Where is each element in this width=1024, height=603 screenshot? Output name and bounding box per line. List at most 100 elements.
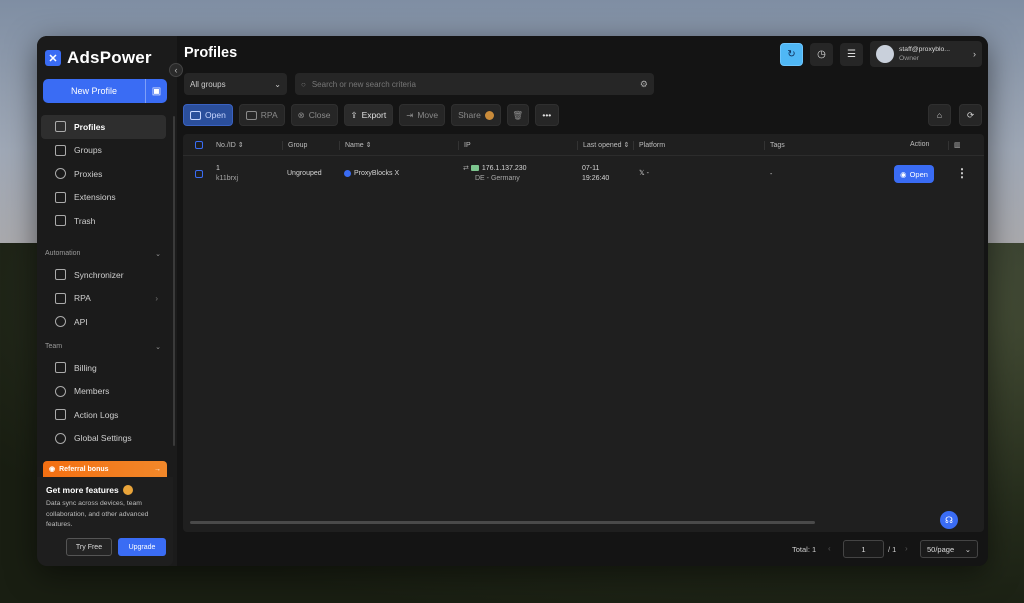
sidebar-item-billing[interactable]: Billing bbox=[41, 356, 166, 380]
sync-icon[interactable]: ↻ bbox=[780, 42, 803, 66]
collapse-sidebar-button[interactable]: ‹ bbox=[169, 63, 183, 77]
refresh-icon[interactable]: ⟳ bbox=[959, 104, 982, 126]
section-automation[interactable]: Automation ⌄ bbox=[45, 250, 161, 258]
toolbar: Open RPA ⊗ Close ⇪ Export ⇥ Move Share 🗑… bbox=[183, 104, 559, 126]
sidebar-item-extensions[interactable]: Extensions bbox=[41, 186, 166, 210]
section-team-label: Team bbox=[45, 343, 63, 350]
referral-bonus-banner[interactable]: ◉ Referral bonus → bbox=[43, 461, 167, 477]
logo: ✕ AdsPower bbox=[45, 48, 152, 68]
upgrade-button[interactable]: Upgrade bbox=[118, 538, 166, 556]
sidebar-item-members[interactable]: Members bbox=[41, 380, 166, 404]
next-page-icon[interactable]: › bbox=[905, 544, 908, 553]
col-group: Group bbox=[282, 141, 307, 150]
trash-icon bbox=[55, 215, 66, 227]
upgrade-card: Get more features Data sync across devic… bbox=[37, 477, 173, 566]
new-profile-button[interactable]: New Profile ▣ bbox=[43, 79, 167, 103]
sidebar-item-api[interactable]: API bbox=[41, 310, 166, 334]
upgrade-card-title-text: Get more features bbox=[46, 485, 119, 495]
sidebar-item-label: RPA bbox=[74, 293, 91, 304]
column-settings-icon[interactable]: ▥ bbox=[948, 141, 961, 150]
trash-icon: 🗑︎ bbox=[512, 109, 524, 120]
support-icon[interactable]: ☊ bbox=[940, 511, 958, 529]
search-input[interactable]: ○ Search or new search criteria ⚙ bbox=[295, 73, 654, 95]
section-team[interactable]: Team ⌄ bbox=[45, 343, 161, 351]
toolbar-right: ⌂ ⟳ bbox=[928, 104, 982, 126]
task-list-icon[interactable]: ☰ bbox=[840, 42, 863, 66]
sidebar-item-global-settings[interactable]: Global Settings bbox=[41, 427, 166, 451]
row-more-icon[interactable]: ⋮ bbox=[956, 166, 968, 180]
profile-tags: - bbox=[770, 171, 773, 178]
col-no-id[interactable]: No./ID ⇕ bbox=[216, 141, 244, 149]
sidebar-item-label: Groups bbox=[74, 145, 102, 156]
sidebar-item-label: Trash bbox=[74, 215, 96, 226]
profile-platform: 𝕏 - bbox=[639, 170, 649, 177]
groups-icon bbox=[55, 144, 66, 156]
col-name[interactable]: Name ⇕ bbox=[339, 141, 372, 150]
sidebar-item-proxies[interactable]: Proxies bbox=[41, 162, 166, 186]
global-settings-icon bbox=[55, 432, 66, 444]
main-content: Profiles ↻ ◷ ☰ staff@proxyblo... Owner ›… bbox=[177, 36, 988, 566]
rpa-icon bbox=[245, 110, 257, 120]
page-title: Profiles bbox=[184, 45, 238, 61]
col-last-opened[interactable]: Last opened ⇕ bbox=[577, 141, 629, 150]
sidebar-item-rpa[interactable]: RPA › bbox=[41, 287, 166, 311]
table-horizontal-scrollbar[interactable] bbox=[190, 521, 815, 524]
chevron-down-icon: ⌄ bbox=[964, 544, 971, 554]
filter-icon[interactable]: ⚙ bbox=[640, 79, 648, 90]
close-button[interactable]: ⊗ Close bbox=[290, 104, 338, 126]
api-icon bbox=[55, 316, 66, 328]
new-profile-label: New Profile bbox=[70, 86, 117, 96]
total-count: Total: 1 bbox=[792, 545, 817, 554]
sidebar-item-groups[interactable]: Groups bbox=[41, 139, 166, 163]
section-automation-label: Automation bbox=[45, 250, 81, 257]
row-open-button[interactable]: ◉ Open bbox=[894, 165, 934, 183]
new-profile-dropdown-icon[interactable]: ▣ bbox=[145, 79, 167, 103]
col-tags: Tags bbox=[764, 141, 785, 150]
billing-icon bbox=[55, 362, 66, 374]
page-input[interactable]: 1 bbox=[843, 540, 884, 558]
more-actions-button[interactable]: ••• bbox=[534, 104, 559, 126]
user-menu[interactable]: staff@proxyblo... Owner › bbox=[870, 41, 982, 67]
profile-name[interactable]: ProxyBlocks X bbox=[344, 169, 399, 179]
move-button[interactable]: ⇥ Move bbox=[399, 104, 446, 126]
history-icon[interactable]: ◷ bbox=[810, 42, 833, 66]
sidebar-item-label: Profiles bbox=[74, 121, 106, 132]
rpa-button[interactable]: RPA bbox=[238, 104, 285, 126]
group-select[interactable]: All groups ⌄ bbox=[184, 73, 287, 95]
sidebar: ✕ AdsPower New Profile ▣ Profiles Groups… bbox=[37, 36, 177, 566]
try-free-button[interactable]: Try Free bbox=[66, 538, 112, 556]
browser-window-icon bbox=[190, 110, 201, 120]
sidebar-item-trash[interactable]: Trash bbox=[41, 209, 166, 233]
profile-group: Ungrouped bbox=[287, 170, 322, 177]
sidebar-nav-main: Profiles Groups Proxies Extensions Trash bbox=[41, 115, 166, 233]
rpa-label: RPA bbox=[260, 110, 278, 120]
referral-label: Referral bonus bbox=[59, 465, 109, 473]
search-placeholder: Search or new search criteria bbox=[311, 79, 416, 89]
export-icon: ⇪ bbox=[350, 109, 358, 120]
arrow-right-icon: → bbox=[154, 465, 161, 473]
sidebar-item-action-logs[interactable]: Action Logs bbox=[41, 403, 166, 427]
sidebar-scrollbar[interactable] bbox=[173, 116, 175, 446]
export-label: Export bbox=[361, 110, 387, 120]
sidebar-item-synchronizer[interactable]: Synchronizer bbox=[41, 263, 166, 287]
share-button[interactable]: Share bbox=[451, 104, 501, 126]
prev-page-icon[interactable]: ‹ bbox=[828, 544, 831, 553]
profile-number: 1 bbox=[216, 165, 220, 172]
tag-icon[interactable]: ⌂ bbox=[928, 104, 951, 126]
browser-icon bbox=[344, 169, 351, 177]
row-checkbox[interactable] bbox=[195, 170, 203, 178]
proxy-flag-icon bbox=[470, 165, 479, 172]
export-button[interactable]: ⇪ Export bbox=[343, 104, 394, 126]
share-label: Share bbox=[458, 110, 481, 120]
upgrade-card-description: Data sync across devices, team collabora… bbox=[46, 500, 149, 528]
open-button[interactable]: Open bbox=[183, 104, 233, 126]
sidebar-item-profiles[interactable]: Profiles bbox=[41, 115, 166, 139]
per-page-select[interactable]: 50/page ⌄ bbox=[920, 540, 978, 558]
browser-icon: ◉ bbox=[900, 169, 907, 179]
select-all-checkbox[interactable] bbox=[195, 141, 203, 149]
sidebar-item-label: API bbox=[74, 316, 88, 327]
sidebar-item-label: Members bbox=[74, 386, 110, 397]
extensions-icon bbox=[55, 191, 66, 203]
table-row[interactable]: 1 k11brxj Ungrouped ProxyBlocks X ⇄ 176.… bbox=[183, 156, 984, 192]
delete-button[interactable]: 🗑︎ bbox=[506, 104, 529, 126]
